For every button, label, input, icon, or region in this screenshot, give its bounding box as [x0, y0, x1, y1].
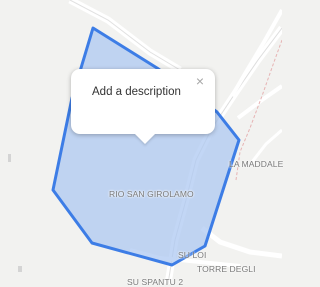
map-label-su-spantu: SU SPANTU 2: [127, 277, 184, 287]
close-icon[interactable]: ×: [193, 74, 207, 88]
map-label-rio-san-girolamo: RIO SAN GIROLAMO: [109, 189, 194, 199]
popup-tail: [135, 134, 155, 144]
map-label-la-maddalena: LA MADDALE: [229, 159, 284, 169]
map-feature: [8, 154, 11, 162]
map-feature: [18, 266, 22, 272]
map-label-su-loi: SU LOI: [178, 250, 207, 260]
description-popup: Add a description ×: [71, 69, 215, 144]
map-label-torre-degli: TORRE DEGLI: [197, 264, 256, 274]
popup-description[interactable]: Add a description: [92, 84, 182, 101]
